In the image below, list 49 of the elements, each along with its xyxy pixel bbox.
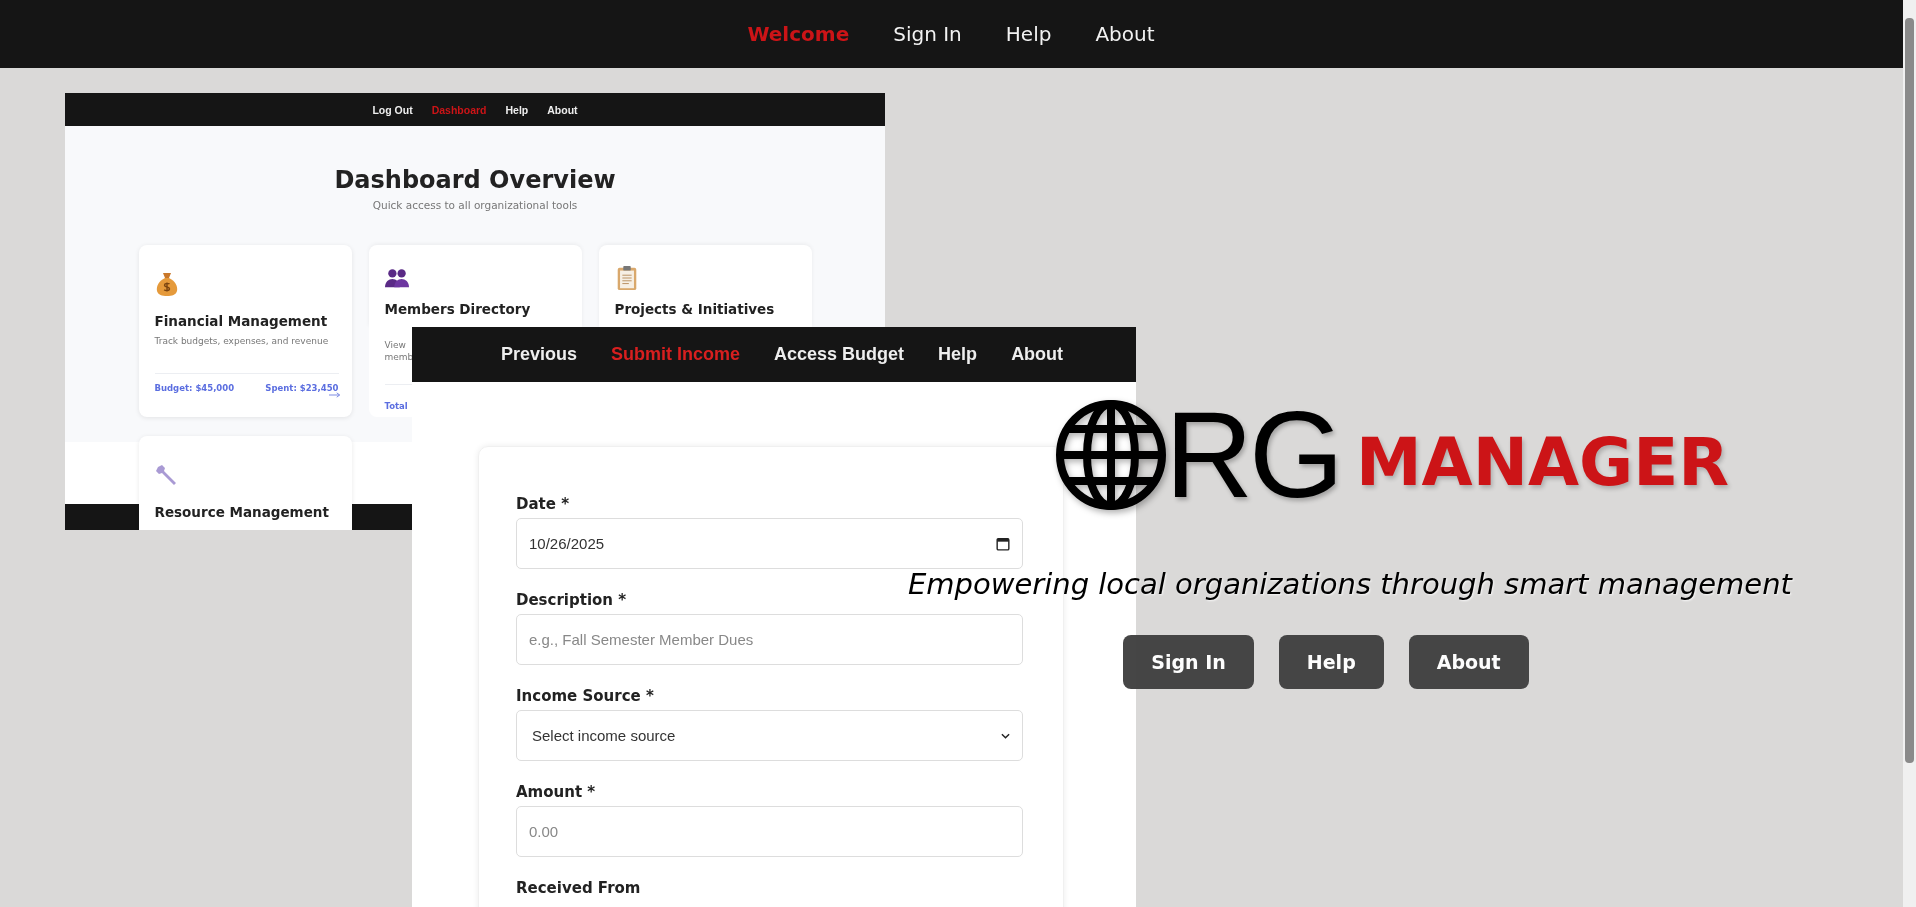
dropdown[interactable]: Select income source	[516, 710, 1023, 761]
money-bag-icon	[154, 271, 179, 297]
text-field[interactable]: 0.00	[516, 806, 1023, 857]
page-subtitle: Quick access to all organizational tools	[372, 199, 578, 211]
nav-button[interactable]: About	[1408, 635, 1529, 689]
nav-link[interactable]: About	[1011, 344, 1064, 365]
nav-link[interactable]: Access Budget	[774, 344, 905, 365]
nav-button[interactable]: Sign In	[1123, 635, 1254, 689]
chevron-down-icon	[1001, 732, 1010, 739]
tagline: Empowering local organizations through smart management	[908, 567, 1792, 601]
date-field[interactable]: 10/26/2025	[516, 518, 1023, 569]
card-stat: Budget: $45,000	[154, 383, 235, 393]
calendar-icon[interactable]	[996, 536, 1010, 551]
nav-link[interactable]: Sign In	[893, 22, 962, 46]
field-label: Date *	[516, 495, 570, 513]
field-label: Received From	[516, 879, 642, 897]
tool-card[interactable]: Resource Management	[138, 436, 352, 530]
field-label: Income Source *	[516, 687, 655, 705]
arrow-icon	[328, 392, 341, 398]
wrench-icon	[154, 462, 179, 488]
globe-icon	[1054, 399, 1167, 511]
nav-link[interactable]: Log Out	[372, 103, 413, 116]
card-title: Financial Management	[154, 313, 329, 329]
nav-link[interactable]: About	[1095, 22, 1155, 46]
nav-link[interactable]: Submit Income	[611, 344, 741, 365]
card-title: Members Directory	[384, 301, 532, 317]
nav-link[interactable]: Help	[505, 103, 529, 116]
card-title: Projects & Initiatives	[614, 301, 776, 317]
page-heading: Dashboard Overview	[334, 166, 616, 194]
field-label: Amount *	[516, 783, 597, 801]
nav-link[interactable]: Previous	[501, 344, 578, 365]
card-description: View	[384, 339, 406, 351]
logo-text: RG	[1164, 395, 1340, 515]
tool-card[interactable]: Financial Management Track budgets, expenses, and revenue Budget: $45,000 Spent: $23,450	[138, 245, 352, 417]
card-description: Track budgets, expenses, and revenue	[154, 335, 329, 347]
nav-link[interactable]: Help	[1005, 22, 1052, 46]
scrollbar-thumb[interactable]	[1905, 18, 1914, 763]
nav-link[interactable]: About	[547, 103, 578, 116]
field-label: Description *	[516, 591, 628, 609]
nav-link[interactable]: Help	[938, 344, 978, 365]
nav-button[interactable]: Help	[1278, 635, 1384, 689]
card-stat: Spent: $23,450	[265, 383, 339, 393]
text-field[interactable]: e.g., Fall Semester Member Dues	[516, 614, 1023, 665]
tool-card[interactable]: Projects & Initiatives	[598, 245, 812, 327]
tool-card[interactable]: Members Directory	[368, 245, 582, 327]
card-stat: Total	[384, 401, 408, 411]
card-title: Resource Management	[154, 504, 330, 520]
card-description: memb	[384, 351, 413, 363]
logo-text: MANAGER	[1355, 423, 1730, 501]
